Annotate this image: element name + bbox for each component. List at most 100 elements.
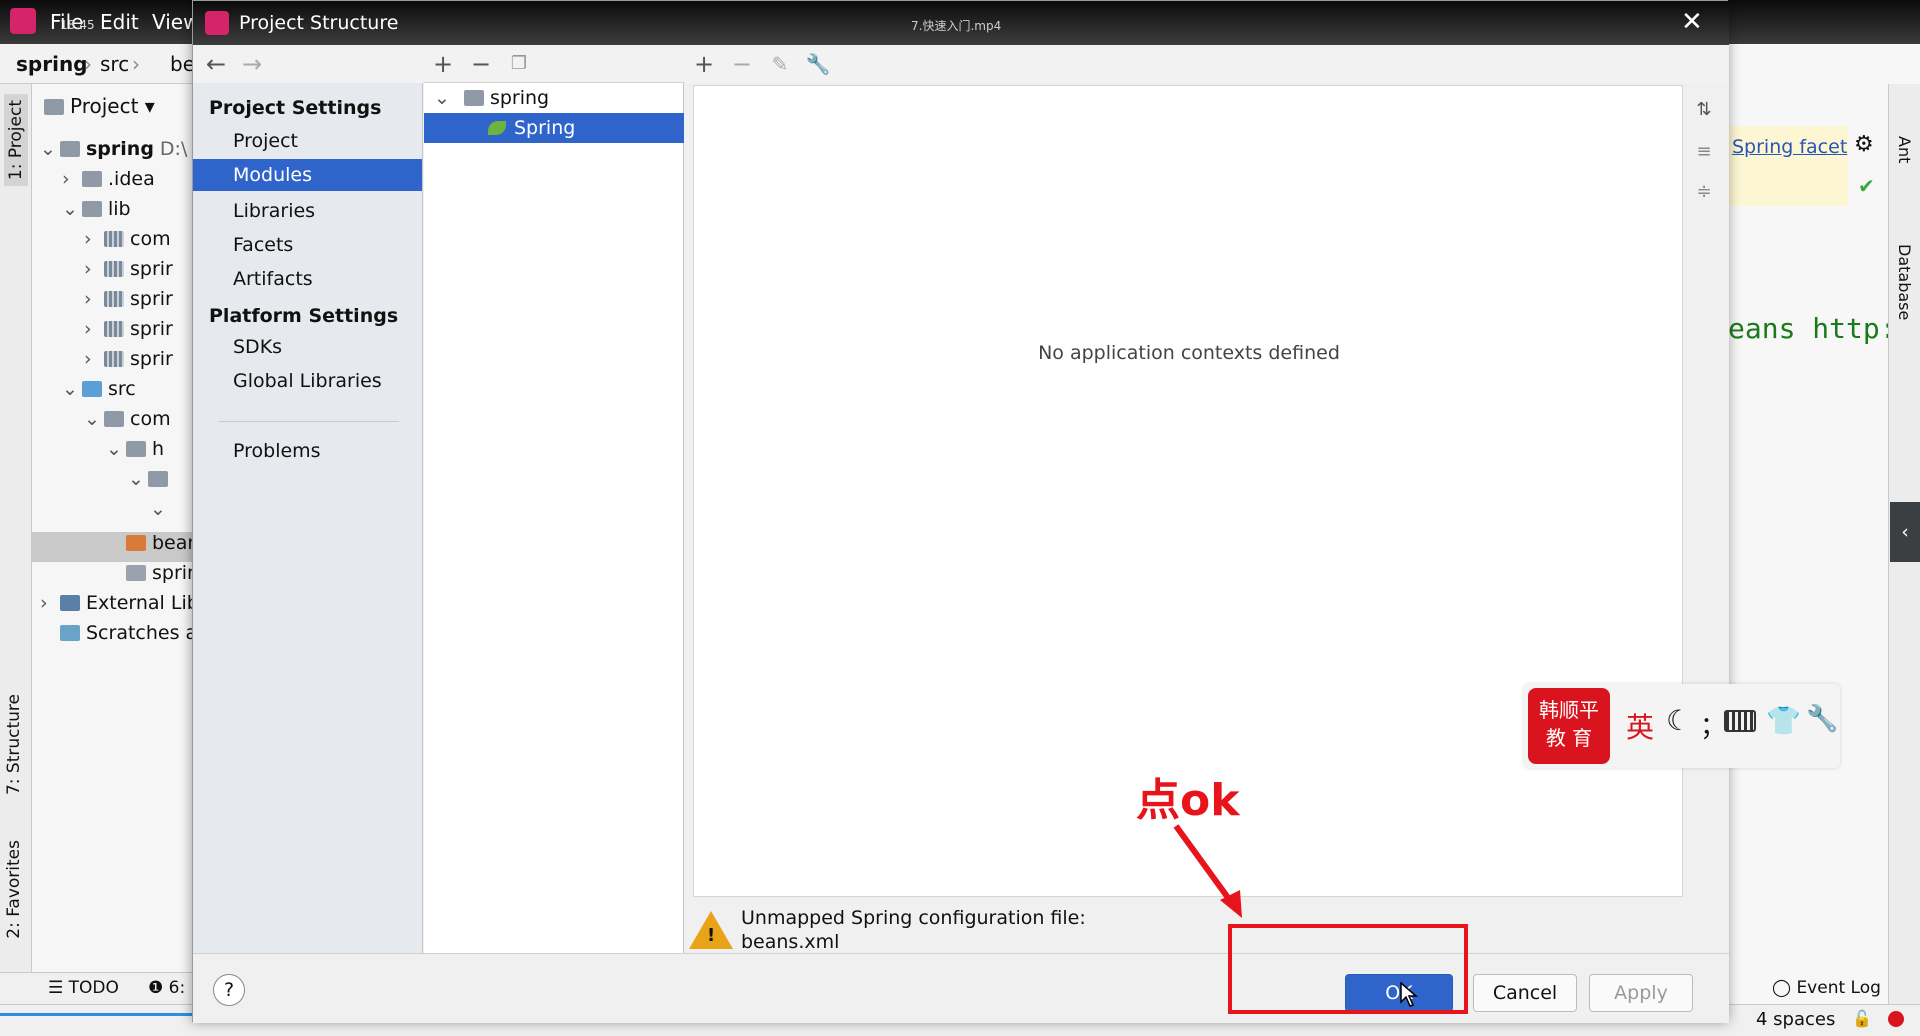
moon-icon[interactable]: ☾ [1666,704,1691,737]
wrench-icon[interactable]: 🔧 [1806,704,1838,734]
sort-icon[interactable]: ⇅ [1689,95,1719,125]
project-view-selector[interactable]: Project ▾ [44,94,155,118]
nav-item-facets[interactable]: Facets [193,229,422,261]
expand-all-icon[interactable]: ≡ [1689,137,1719,167]
chevron-right-icon[interactable]: › [84,258,104,280]
breadcrumb-item-src[interactable]: src [100,52,129,76]
add-icon[interactable]: + [428,49,458,79]
dialog-button-bar: ? OK Cancel Apply [193,953,1729,1023]
help-button[interactable]: ? [213,974,245,1006]
dialog-title: Project Structure [239,12,399,34]
keyboard-icon[interactable] [1724,710,1756,732]
event-log-button[interactable]: ◯ Event Log [1772,978,1881,998]
back-arrow-icon[interactable]: ← [201,49,231,79]
nav-item-global-libraries[interactable]: Global Libraries [193,365,422,397]
tool-tab-ant[interactable]: Ant [1895,136,1914,163]
remove-icon[interactable]: − [727,49,757,79]
project-tree-row[interactable]: ⌄ src [62,378,192,408]
ime-punctuation[interactable]: ； [1700,706,1726,743]
menu-edit[interactable]: Edit [100,10,139,34]
chevron-down-icon[interactable]: ⌄ [128,468,148,490]
chevron-right-icon[interactable]: › [40,592,60,614]
chevron-right-icon[interactable]: › [62,168,82,190]
project-tree-row[interactable]: › sprir [84,258,192,288]
chevron-down-icon[interactable]: ⌄ [84,408,104,430]
annotation-text: 点ok [1136,775,1240,826]
copy-icon[interactable]: ❐ [504,49,534,79]
project-tree-row[interactable]: ⌄ com [84,408,192,438]
project-tree-row[interactable]: ⌄ [128,468,192,498]
chevron-right-icon[interactable]: › [84,228,104,250]
todo-tab[interactable]: ☰ TODO [48,978,119,998]
jar-icon [104,261,124,277]
nav-item-problems[interactable]: Problems [193,435,422,467]
project-tree-row[interactable]: ⌄ spring D:\ [40,138,192,168]
remove-icon[interactable]: − [466,49,496,79]
nav-item-project[interactable]: Project [193,125,422,157]
module-row-spring[interactable]: ⌄ spring [424,83,684,113]
nav-item-artifacts[interactable]: Artifacts [193,263,422,295]
nav-item-sdks[interactable]: SDKs [193,331,422,363]
project-tree-row[interactable]: › .idea [62,168,192,198]
project-tree-row[interactable]: bean [32,532,192,562]
chevron-right-icon[interactable]: › [84,318,104,340]
project-tree-row[interactable]: ⌄ [150,498,192,528]
module-row-spring-facet[interactable]: Spring [424,113,684,143]
breadcrumb: spring › src › be [0,46,200,84]
project-tree-row[interactable]: ⌄ lib [62,198,192,228]
tree-label: sprir [130,348,173,370]
chevron-down-icon[interactable]: ⌄ [434,87,450,109]
collapse-all-icon[interactable]: ≑ [1689,177,1719,207]
project-tree-row[interactable]: spring.i [40,562,192,592]
indent-setting[interactable]: 4 spaces [1756,1009,1835,1030]
gear-icon[interactable]: ⚙ [1854,132,1874,157]
annotation-highlight-box [1228,924,1468,1014]
cancel-button[interactable]: Cancel [1473,974,1577,1012]
edit-pencil-icon[interactable]: ✎ [765,49,795,79]
tool-tab-favorites[interactable]: 2: Favorites [4,840,24,939]
tool-tab-structure[interactable]: 7: Structure [4,694,24,795]
chevron-down-icon[interactable]: ⌄ [40,138,60,160]
chevron-down-icon[interactable]: ⌄ [106,438,126,460]
annotation-arrow-icon [1173,824,1242,918]
ime-language[interactable]: 英 [1626,706,1654,746]
add-icon[interactable]: + [689,49,719,79]
project-tree-row[interactable]: › sprir [84,318,192,348]
spring-facet-link[interactable]: Spring facet [1732,136,1847,158]
chevron-down-icon[interactable]: ⌄ [62,198,82,220]
nav-item-libraries[interactable]: Libraries [193,195,422,227]
chevron-down-icon[interactable]: ⌄ [150,498,170,520]
apply-button[interactable]: Apply [1589,974,1693,1012]
tool-tab-database[interactable]: Database [1895,244,1914,320]
project-tree-row[interactable]: › sprir [84,288,192,318]
chevron-right-icon[interactable]: › [84,288,104,310]
tree-label: spring.i [152,562,192,584]
nav-item-modules[interactable]: Modules [193,159,422,191]
lock-icon[interactable]: 🔓 [1852,1009,1872,1028]
contexts-toolbar: + − ✎ 🔧 [685,45,1729,83]
project-tree-row[interactable]: › External Lib [40,592,192,622]
skin-icon[interactable]: 👕 [1766,704,1801,737]
chevron-down-icon[interactable]: ⌄ [62,378,82,400]
warning-line-1: Unmapped Spring configuration file: [741,907,1086,929]
collapse-handle[interactable]: ‹ [1890,502,1920,562]
error-icon[interactable] [1888,1011,1904,1027]
folder-icon [82,201,102,217]
breadcrumb-item-spring[interactable]: spring [16,52,88,76]
project-tree-row[interactable]: ⌄ h [106,438,192,468]
project-tree-row[interactable]: Scratches a [40,622,192,652]
tool-tab-project[interactable]: 1: Project [4,94,28,187]
wrench-icon[interactable]: 🔧 [803,49,833,79]
folder-icon [82,171,102,187]
close-icon[interactable]: ✕ [1681,7,1703,37]
problems-tab[interactable]: ❶ 6: [148,978,185,998]
chevron-right-icon[interactable]: › [84,348,104,370]
tree-label: lib [108,198,131,220]
file-icon [126,565,146,581]
tree-path: D:\ [159,138,188,160]
project-tree-row[interactable]: › sprir [84,348,192,378]
platform-settings-header: Platform Settings [209,305,399,327]
tree-label: sprir [130,318,173,340]
forward-arrow-icon[interactable]: → [237,49,267,79]
project-tree-row[interactable]: › com [84,228,192,258]
